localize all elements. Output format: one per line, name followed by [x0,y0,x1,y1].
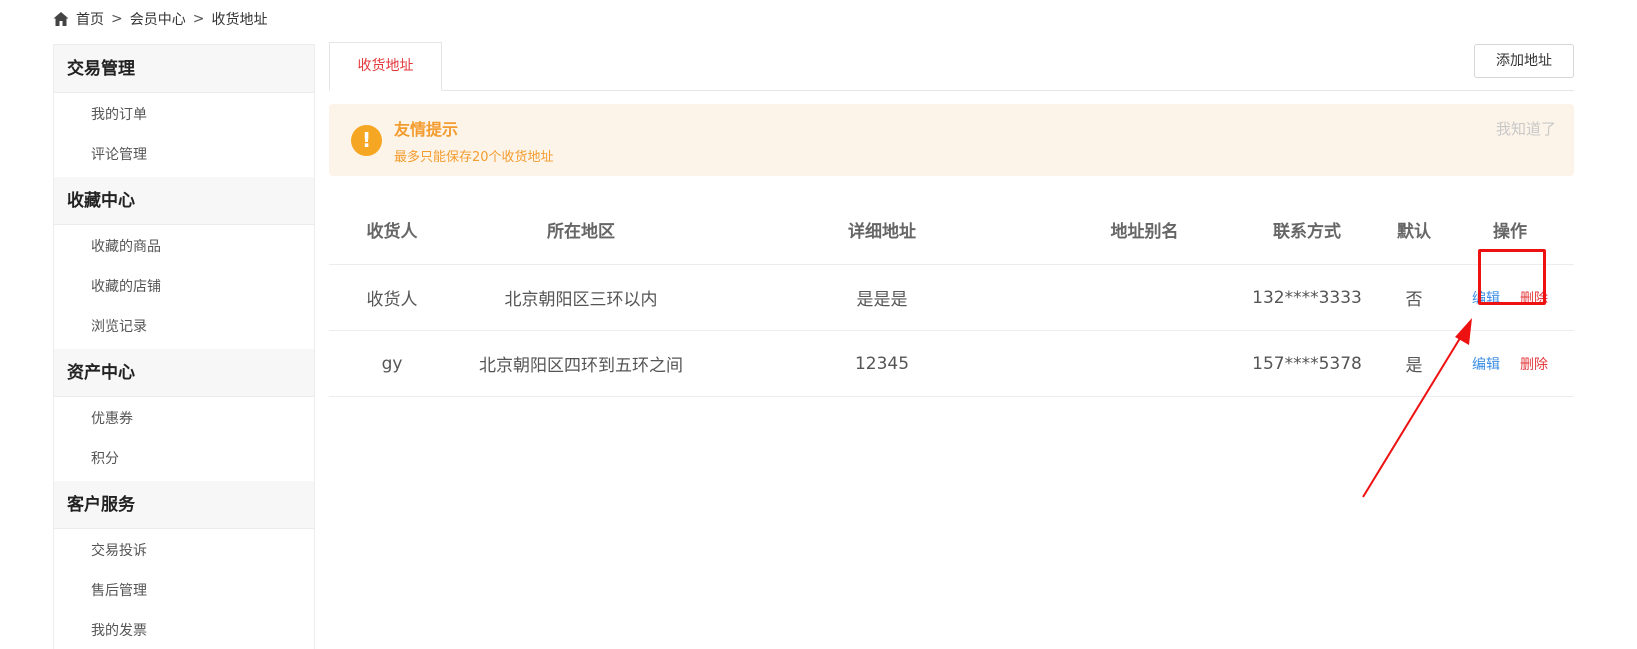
cell-region: 北京朝阳区四环到五环之间 [479,356,683,376]
tab-shipping-address[interactable]: 收货地址 [329,42,442,91]
edit-link[interactable]: 编辑 [1472,354,1500,374]
tab-bar: 收货地址 添加地址 [329,42,1574,91]
cell-receiver: gy [381,353,403,374]
notice-description: 最多只能保存20个收货地址 [394,150,554,165]
table-row: gy 北京朝阳区四环到五环之间 12345 157****5378 是 编辑 删… [329,331,1574,397]
sidebar-item-invoices[interactable]: 我的发票 [54,611,314,649]
sidebar-group-assets: 资产中心 [54,349,314,397]
sidebar-item-coupons[interactable]: 优惠券 [54,399,314,439]
column-header-region: 所在地区 [547,222,615,242]
sidebar-item-complaints[interactable]: 交易投诉 [54,531,314,571]
column-header-receiver: 收货人 [366,222,418,242]
warning-icon: ! [351,125,382,156]
sidebar-item-review-management[interactable]: 评论管理 [54,135,314,175]
cell-default: 是 [1405,356,1423,376]
cell-actions: 编辑 删除 [1446,354,1574,374]
sidebar-item-my-orders[interactable]: 我的订单 [54,95,314,135]
breadcrumb-home[interactable]: 首页 [76,9,104,29]
notice-title: 友情提示 [394,120,459,139]
sidebar-item-favorite-products[interactable]: 收藏的商品 [54,227,314,267]
cell-default: 否 [1405,290,1423,310]
main-content: 收货地址 添加地址 ! 友情提示 最多只能保存20个收货地址 我知道了 收货人 … [329,42,1574,397]
column-header-default: 默认 [1397,222,1431,242]
cell-phone: 157****5378 [1252,353,1362,374]
column-header-detail: 详细地址 [848,222,916,242]
breadcrumb: 首页 > 会员中心 > 收货地址 [52,8,267,30]
add-address-button[interactable]: 添加地址 [1474,44,1574,78]
home-icon[interactable] [52,10,70,28]
sidebar-item-favorite-shops[interactable]: 收藏的店铺 [54,267,314,307]
sidebar-item-browse-history[interactable]: 浏览记录 [54,307,314,347]
notice-dismiss-button[interactable]: 我知道了 [1496,118,1556,139]
cell-receiver: 收货人 [366,290,418,310]
column-header-phone: 联系方式 [1273,222,1341,242]
breadcrumb-separator: > [192,11,205,27]
cell-detail: 是是是 [856,290,908,310]
sidebar-group-trade: 交易管理 [54,45,314,93]
delete-link[interactable]: 删除 [1520,354,1548,374]
cell-phone: 132****3333 [1252,287,1362,308]
cell-region: 北京朝阳区三环以内 [504,290,658,310]
table-row: 收货人 北京朝阳区三环以内 是是是 132****3333 否 编辑 删除 [329,265,1574,331]
sidebar-item-after-sales[interactable]: 售后管理 [54,571,314,611]
sidebar: 交易管理 我的订单 评论管理 收藏中心 收藏的商品 收藏的店铺 浏览记录 资产中… [53,44,315,649]
address-table: 收货人 所在地区 详细地址 地址别名 联系方式 默认 操作 收货人 北京朝阳区三… [329,195,1574,397]
cell-actions: 编辑 删除 [1446,288,1574,308]
cell-detail: 12345 [854,353,910,374]
edit-link[interactable]: 编辑 [1472,288,1500,308]
column-header-alias: 地址别名 [1110,222,1179,242]
breadcrumb-current: 收货地址 [211,12,268,28]
sidebar-group-customer-service: 客户服务 [54,481,314,529]
column-header-actions: 操作 [1493,222,1527,242]
sidebar-item-points[interactable]: 积分 [54,439,314,479]
delete-link[interactable]: 删除 [1520,288,1548,308]
table-header: 收货人 所在地区 详细地址 地址别名 联系方式 默认 操作 [329,195,1574,265]
breadcrumb-member-center[interactable]: 会员中心 [130,9,186,29]
notice-banner: ! 友情提示 最多只能保存20个收货地址 我知道了 [329,104,1574,176]
sidebar-group-favorites: 收藏中心 [54,177,314,225]
breadcrumb-separator: > [111,11,123,27]
